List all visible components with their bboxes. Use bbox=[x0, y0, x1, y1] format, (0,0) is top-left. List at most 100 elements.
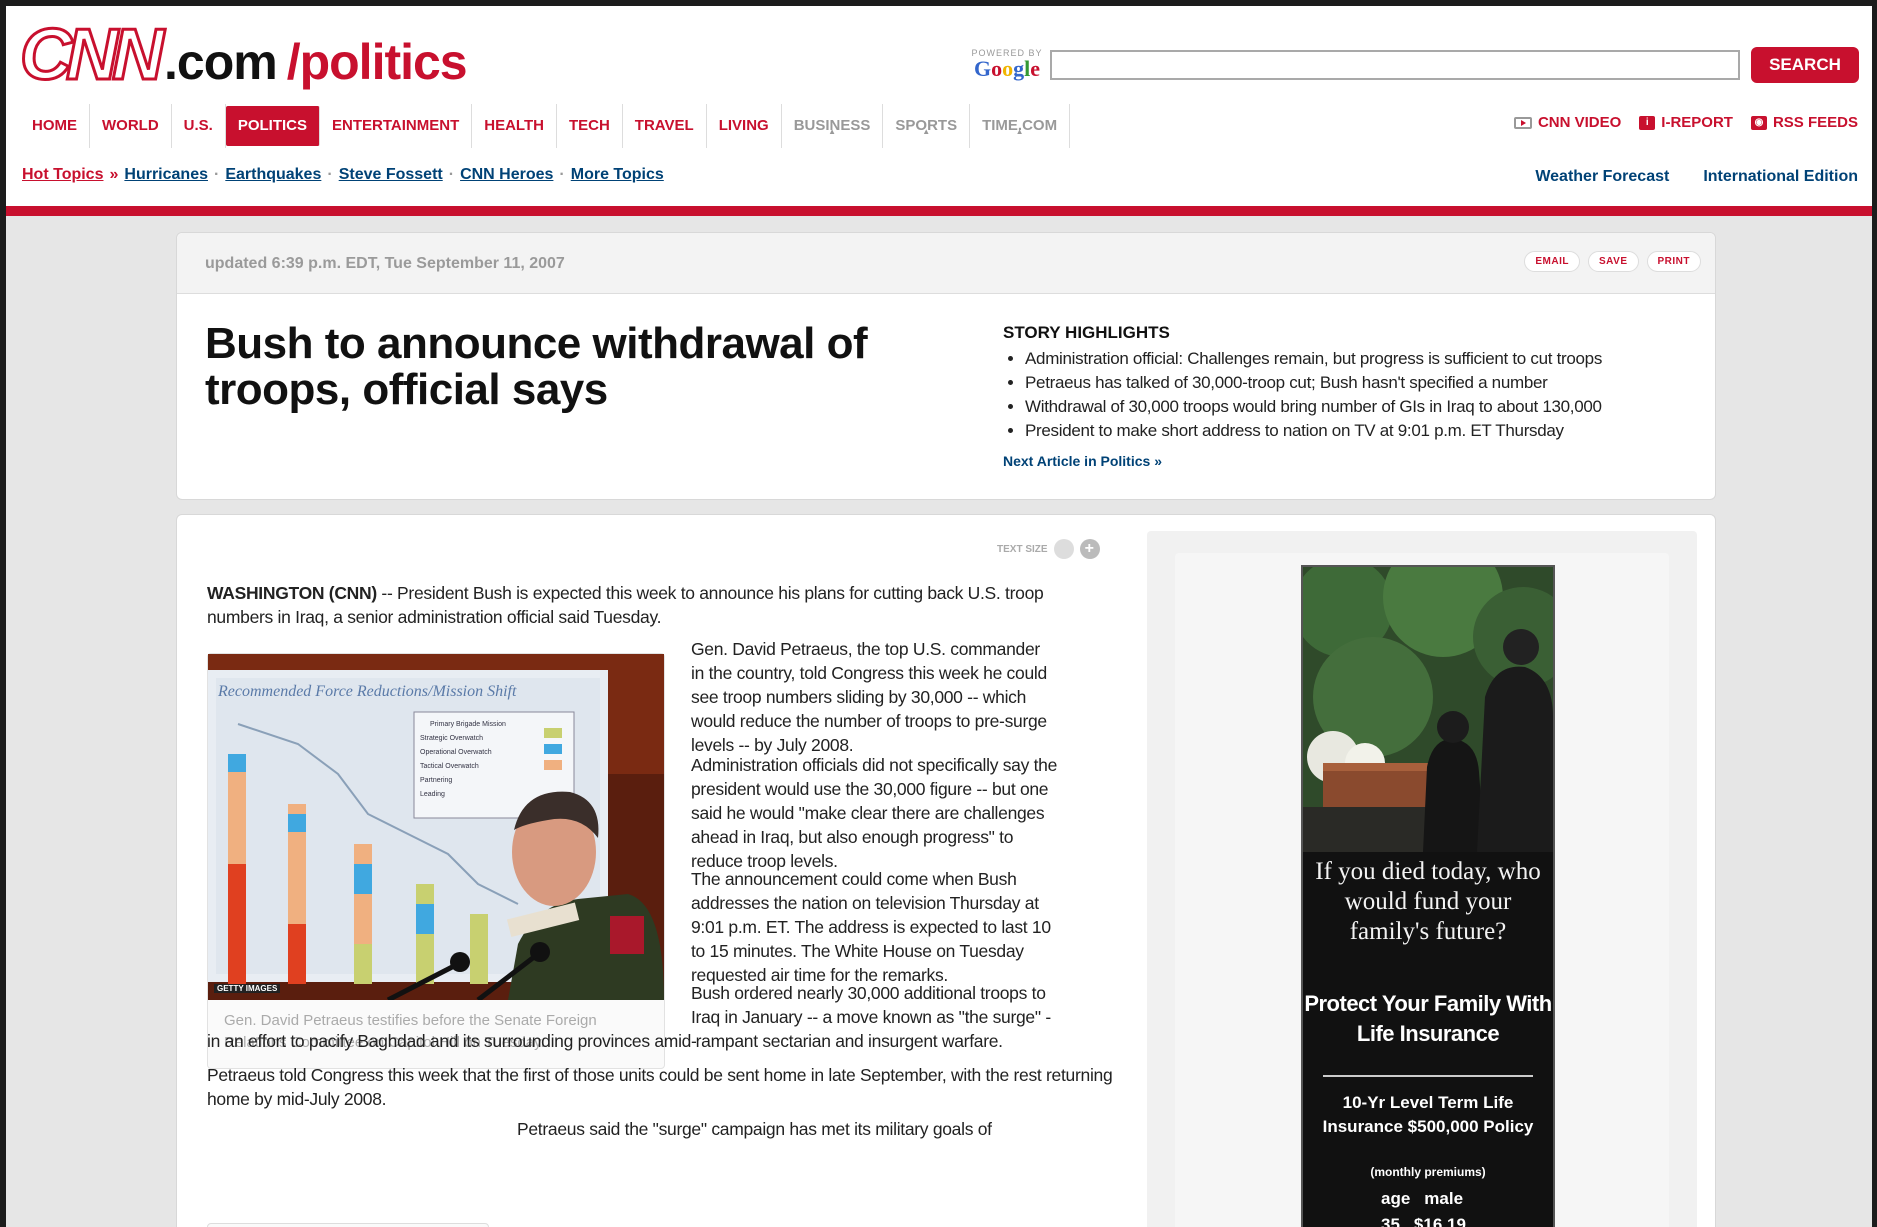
legend-leading: Leading bbox=[420, 791, 445, 798]
ad-headline: Protect Your Family With Life Insurance bbox=[1304, 991, 1552, 1046]
tab-label: POLITICS bbox=[237, 117, 308, 134]
ad-row-male: $16.19 bbox=[1413, 1215, 1466, 1227]
tab-politics[interactable]: POLITICS bbox=[225, 106, 321, 146]
logo-section: /politics bbox=[286, 34, 468, 90]
topic-cnn-heroes[interactable]: CNN Heroes bbox=[460, 166, 553, 184]
story-header-panel: updated 6:39 p.m. EDT, Tue September 11,… bbox=[176, 232, 1716, 500]
legend-primary: Primary Brigade Mission bbox=[430, 721, 506, 728]
tab-living[interactable]: LIVING bbox=[707, 104, 782, 148]
highlights-title: STORY HIGHLIGHTS bbox=[1003, 323, 1170, 342]
text-size-control: TEXT SIZE bbox=[997, 539, 1100, 559]
ad-col-age: age bbox=[1381, 1189, 1411, 1208]
subnav-right-links: Weather Forecast International Edition bbox=[1535, 168, 1858, 186]
text-size-label: TEXT SIZE bbox=[997, 543, 1048, 555]
ad-col-male: male bbox=[1424, 1189, 1464, 1208]
next-article-link[interactable]: Next Article in Politics » bbox=[1003, 453, 1703, 469]
highlights-list: Administration official: Challenges rema… bbox=[1003, 347, 1703, 443]
rss-icon: ◉ bbox=[1750, 115, 1767, 130]
ad-divider bbox=[1323, 1075, 1533, 1077]
ad-rate-header: age male bbox=[1381, 1189, 1463, 1209]
google-logo: Google bbox=[973, 56, 1040, 81]
legend-tactical: Tactical Overwatch bbox=[420, 763, 479, 770]
ireport-label: I-REPORT bbox=[1661, 114, 1733, 131]
tab-entertainment[interactable]: ENTERTAINMENT bbox=[320, 104, 473, 148]
caret-down-icon: ▲ bbox=[922, 127, 931, 136]
article-paragraph: Gen. David Petraeus, the top U.S. comman… bbox=[691, 639, 1047, 755]
main-nav: HOME WORLD U.S. POLITICS ENTERTAINMENT HEALTH… bbox=[20, 104, 1071, 148]
rss-link[interactable]: ◉ RSS FEEDS bbox=[1750, 114, 1858, 131]
chevron-right-icon: » bbox=[109, 166, 119, 183]
article-lead: WASHINGTON (CNN) -- President Bush is ex… bbox=[207, 581, 1107, 629]
text-smaller-button[interactable] bbox=[1053, 539, 1074, 559]
search-input[interactable] bbox=[1050, 50, 1740, 80]
tab-label: U.S. bbox=[183, 117, 213, 134]
article-panel: TEXT SIZE WASHINGTON (CNN) -- President … bbox=[176, 514, 1716, 1227]
legend-operational: Operational Overwatch bbox=[420, 749, 492, 756]
email-button[interactable]: EMAIL bbox=[1524, 251, 1580, 272]
story-highlights: STORY HIGHLIGHTS Administration official… bbox=[1003, 323, 1703, 469]
logo-dotcom: .com bbox=[164, 34, 278, 90]
page-title: Bush to announce withdrawal of troops, o… bbox=[205, 319, 868, 414]
life-insurance-ad[interactable]: If you died today, who would fund your f… bbox=[1301, 565, 1555, 1227]
tab-label: HEALTH bbox=[484, 117, 544, 134]
story-toolbar: updated 6:39 p.m. EDT, Tue September 11,… bbox=[177, 233, 1715, 294]
international-edition-link[interactable]: International Edition bbox=[1703, 168, 1858, 186]
tab-u-s-[interactable]: U.S. bbox=[172, 104, 226, 148]
ad-photo bbox=[1303, 567, 1553, 852]
legend-partnering: Partnering bbox=[420, 777, 452, 784]
ad-note: (monthly premiums) bbox=[1370, 1165, 1486, 1179]
print-button[interactable]: PRINT bbox=[1646, 251, 1701, 272]
ad-product: 10-Yr Level Term Life Insurance $500,000… bbox=[1322, 1093, 1534, 1136]
nav-right-links: CNN VIDEO i I-REPORT ◉ RSS FEEDS bbox=[1513, 114, 1858, 131]
hot-topics-link[interactable]: Hot Topics bbox=[22, 166, 103, 184]
tab-label: LIVING bbox=[718, 117, 769, 134]
story-tools: EMAIL SAVE PRINT bbox=[1524, 251, 1701, 272]
photo-credit: GETTY IMAGES bbox=[214, 984, 281, 993]
ad-rate-row: 35 $16.19 bbox=[1381, 1215, 1466, 1227]
topic-more-topics[interactable]: More Topics bbox=[571, 166, 664, 184]
tab-sports[interactable]: SPORTS ▲ bbox=[883, 104, 971, 148]
highlight-item: President to make short address to natio… bbox=[1025, 419, 1703, 443]
tab-home[interactable]: HOME bbox=[20, 104, 90, 148]
rss-label: RSS FEEDS bbox=[1772, 114, 1858, 131]
tab-label: WORLD bbox=[102, 117, 159, 134]
article-paragraph: Petraeus said the "surge" campaign has m… bbox=[517, 1119, 992, 1139]
ireport-icon: i bbox=[1639, 115, 1656, 130]
header-divider bbox=[6, 206, 1872, 216]
topic-hurricanes[interactable]: Hurricanes bbox=[124, 166, 208, 184]
article-paragraph: The announcement could come when Bush ad… bbox=[691, 869, 1051, 985]
highlight-item: Petraeus has talked of 30,000-troop cut;… bbox=[1025, 371, 1703, 395]
petraeus-photo: Recommended Force Reductions/Mission Shi… bbox=[208, 654, 664, 1000]
cnn-video-label: CNN VIDEO bbox=[1537, 114, 1622, 131]
caret-down-icon: ▲ bbox=[1015, 127, 1024, 136]
ad-row-age: 35 bbox=[1381, 1215, 1400, 1227]
save-button[interactable]: SAVE bbox=[1588, 251, 1639, 272]
article-paragraph: Administration officials did not specifi… bbox=[691, 755, 1058, 871]
cnn-politics-logo[interactable]: CNN .com /politics bbox=[19, 15, 468, 95]
topic-steve-fossett[interactable]: Steve Fossett bbox=[339, 166, 443, 184]
search-button[interactable]: SEARCH bbox=[1751, 47, 1859, 83]
updated-timestamp: updated 6:39 p.m. EDT, Tue September 11,… bbox=[205, 255, 565, 272]
ireport-link[interactable]: i I-REPORT bbox=[1639, 114, 1733, 131]
article-paragraph: in an effort to pacify Baghdad and its s… bbox=[207, 1031, 1003, 1051]
tab-health[interactable]: HEALTH bbox=[472, 104, 557, 148]
weather-forecast-link[interactable]: Weather Forecast bbox=[1535, 168, 1669, 186]
highlight-item: Administration official: Challenges rema… bbox=[1025, 347, 1703, 371]
cnn-logo-mark: CNN bbox=[19, 15, 166, 95]
tab-tech[interactable]: TECH bbox=[557, 104, 623, 148]
tab-label: TECH bbox=[568, 117, 610, 134]
ad-tagline: If you died today, who would fund your f… bbox=[1315, 858, 1541, 945]
text-larger-button[interactable] bbox=[1079, 539, 1100, 559]
tab-time-com[interactable]: TIME.COM ▲ bbox=[970, 104, 1071, 148]
tab-label: ENTERTAINMENT bbox=[332, 117, 460, 134]
tab-business[interactable]: BUSINESS ▲ bbox=[782, 104, 884, 148]
tab-label: TRAVEL bbox=[634, 117, 694, 134]
topic-earthquakes[interactable]: Earthquakes bbox=[225, 166, 321, 184]
dateline: WASHINGTON (CNN) bbox=[207, 583, 377, 603]
chart-board-title: Recommended Force Reductions/Mission Shi… bbox=[217, 683, 517, 700]
cnn-video-link[interactable]: CNN VIDEO bbox=[1513, 114, 1622, 131]
article-paragraph: Petraeus told Congress this week that th… bbox=[207, 1065, 1113, 1109]
related-content-box bbox=[207, 1223, 489, 1227]
tab-world[interactable]: WORLD bbox=[90, 104, 172, 148]
tab-travel[interactable]: TRAVEL bbox=[623, 104, 707, 148]
